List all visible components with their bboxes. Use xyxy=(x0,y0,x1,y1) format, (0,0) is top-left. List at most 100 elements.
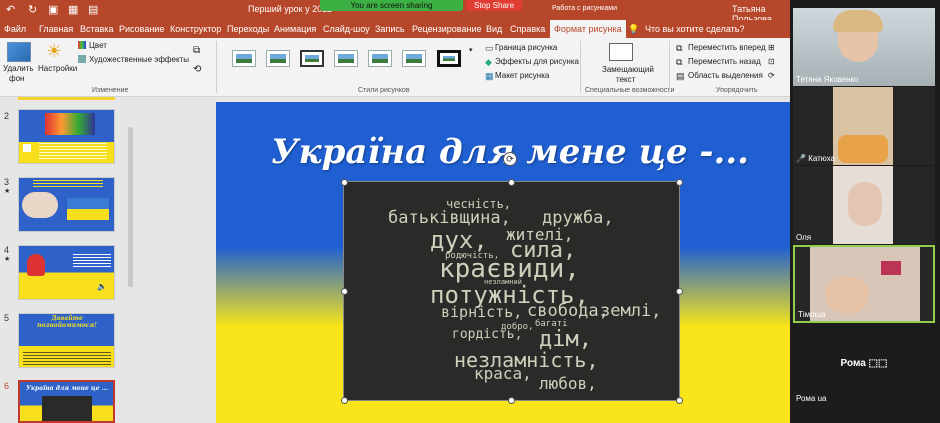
current-slide[interactable]: Україна для мене це -... ⟳ чесність, бат… xyxy=(216,102,861,423)
tab-animations[interactable]: Анимация xyxy=(274,24,316,34)
word: свобода, xyxy=(527,301,609,321)
resize-handle[interactable] xyxy=(341,288,348,295)
picture-style-3[interactable] xyxy=(300,50,324,67)
picture-style-7[interactable] xyxy=(437,50,461,67)
remove-background-label-2[interactable]: фон xyxy=(9,74,24,83)
undo-icon[interactable]: ↶ xyxy=(6,3,15,16)
alt-text-label-2[interactable]: текст xyxy=(616,75,635,84)
resize-handle[interactable] xyxy=(676,179,683,186)
slide-2-image xyxy=(45,113,95,135)
slide-number: 5 xyxy=(4,313,10,323)
slide-2-thumbnail[interactable] xyxy=(18,109,115,164)
gallery-more-icon[interactable]: ▾ xyxy=(469,46,473,54)
redo-icon[interactable]: ↻ xyxy=(28,3,37,16)
tab-transitions[interactable]: Переходы xyxy=(227,24,269,34)
stop-share-button[interactable]: Stop Share xyxy=(466,0,522,11)
thumbnails-scrollbar[interactable] xyxy=(128,127,133,287)
selection-pane-button[interactable]: Область выделения xyxy=(688,71,763,80)
rotate-icon[interactable]: ⟳ xyxy=(768,71,775,80)
ribbon-tabs: Файл Главная Вставка Рисование Конструкт… xyxy=(0,20,790,38)
tab-record[interactable]: Запись xyxy=(375,24,405,34)
participant-video xyxy=(848,182,882,226)
participant-tile-no-video[interactable]: Рома ⬚⬚ Рома ua xyxy=(793,324,935,406)
word: гордість, xyxy=(452,327,523,342)
participant-tile[interactable]: Оля xyxy=(793,166,935,244)
tell-me-search[interactable]: Что вы хотите сделать? xyxy=(645,24,745,34)
tab-review[interactable]: Рецензирование xyxy=(412,24,482,34)
resize-handle[interactable] xyxy=(341,179,348,186)
alt-text-icon xyxy=(609,43,633,61)
resize-handle[interactable] xyxy=(676,288,683,295)
participant-tile[interactable]: 🎤 Катюха xyxy=(793,87,935,165)
group-styles-label: Стили рисунков xyxy=(358,87,410,94)
from-beginning-icon[interactable]: ▣ xyxy=(48,3,58,16)
reset-picture-icon[interactable]: ⟲ xyxy=(193,64,201,75)
slide-number: 2 xyxy=(4,111,10,121)
send-backward-button[interactable]: Переместить назад xyxy=(688,57,761,66)
resize-handle[interactable] xyxy=(508,179,515,186)
participant-name: Тімоша xyxy=(798,310,826,319)
word: землі, xyxy=(600,301,662,321)
bring-forward-button[interactable]: Переместить вперед xyxy=(688,43,766,52)
rotate-handle-icon[interactable]: ⟳ xyxy=(503,152,517,166)
word-cloud-picture[interactable]: чесність, батьківщина, дружба, дух, жите… xyxy=(343,181,680,401)
title-bar: ↶ ↻ ▣ ▦ ▤ Перший урок у 2022- You are sc… xyxy=(0,0,790,24)
layout-icon: ▦ xyxy=(485,71,494,81)
color-icon xyxy=(78,41,86,49)
slide-editing-area: Україна для мене це -... ⟳ чесність, бат… xyxy=(140,97,861,423)
tab-home[interactable]: Главная xyxy=(39,24,73,34)
tab-insert[interactable]: Вставка xyxy=(80,24,113,34)
participant-display-name: Рома ⬚⬚ xyxy=(840,358,888,369)
participant-video xyxy=(838,135,888,163)
tab-help[interactable]: Справка xyxy=(510,24,545,34)
picture-border-button[interactable]: Граница рисунка xyxy=(495,43,557,52)
word: дух, xyxy=(430,226,488,254)
picture-style-2[interactable] xyxy=(266,50,290,67)
video-participants-panel: Тетяна Яковенко 🎤 Катюха Оля Тімоша Рома… xyxy=(790,0,940,423)
participant-tile[interactable]: Тетяна Яковенко xyxy=(793,8,935,86)
compress-icon[interactable]: ⧉ xyxy=(193,45,200,56)
align-icon[interactable]: ⊞ xyxy=(768,43,775,52)
group-icon[interactable]: ⊡ xyxy=(768,57,775,66)
picture-style-5[interactable] xyxy=(368,50,392,67)
color-button[interactable]: Цвет xyxy=(89,41,107,50)
picture-style-1[interactable] xyxy=(232,50,256,67)
resize-handle[interactable] xyxy=(508,397,515,404)
muted-mic-icon: 🎤 xyxy=(796,154,806,163)
speaker-icon: 🔈 xyxy=(97,282,107,291)
tab-design[interactable]: Конструктор xyxy=(170,24,221,34)
slide-5-thumbnail[interactable]: Давайте познайомимося! xyxy=(18,313,115,368)
picture-effects-button[interactable]: Эффекты для рисунка xyxy=(495,57,579,66)
lightbulb-icon: 💡 xyxy=(628,24,640,34)
remove-background-label-1[interactable]: Удалить xyxy=(3,64,34,73)
resize-handle[interactable] xyxy=(676,397,683,404)
picture-layout-button[interactable]: Макет рисунка xyxy=(495,71,549,80)
slide-6-thumbnail-selected[interactable]: Україна для мене це ... xyxy=(18,380,115,423)
participant-name: 🎤 Катюха xyxy=(796,154,835,163)
tab-view[interactable]: Вид xyxy=(486,24,502,34)
ribbon: Удалить фон ☀ Настройки Цвет Художествен… xyxy=(0,38,790,97)
animation-star-icon: ★ xyxy=(4,188,11,195)
participant-tile-active-speaker[interactable]: Тімоша xyxy=(793,245,935,323)
tab-picture-format[interactable]: Формат рисунка xyxy=(550,20,626,38)
slide-3-thumbnail[interactable] xyxy=(18,177,115,232)
resize-handle[interactable] xyxy=(341,397,348,404)
picture-style-6[interactable] xyxy=(402,50,426,67)
slide-4-thumbnail[interactable]: 🔈 xyxy=(18,245,115,300)
picture-style-4[interactable] xyxy=(334,50,358,67)
animation-star-icon: ★ xyxy=(4,256,11,263)
tab-file[interactable]: Файл xyxy=(4,24,26,34)
slide-2-image xyxy=(23,144,31,152)
wall-picture xyxy=(881,261,901,275)
alt-text-label-1[interactable]: Замещающий xyxy=(602,65,654,74)
gallery-icon[interactable]: ▦ xyxy=(68,3,78,16)
participant-name-text: Катюха xyxy=(808,154,836,163)
tab-slideshow[interactable]: Слайд-шоу xyxy=(323,24,370,34)
slide-1-thumbnail-partial[interactable] xyxy=(18,97,115,100)
tab-draw[interactable]: Рисование xyxy=(119,24,164,34)
corrections-button[interactable]: Настройки xyxy=(38,64,77,73)
participant-video xyxy=(833,10,883,32)
presenter-icon[interactable]: ▤ xyxy=(88,3,98,16)
artistic-effects-button[interactable]: Художественные эффекты xyxy=(89,55,189,64)
slide-4-text xyxy=(73,254,111,268)
